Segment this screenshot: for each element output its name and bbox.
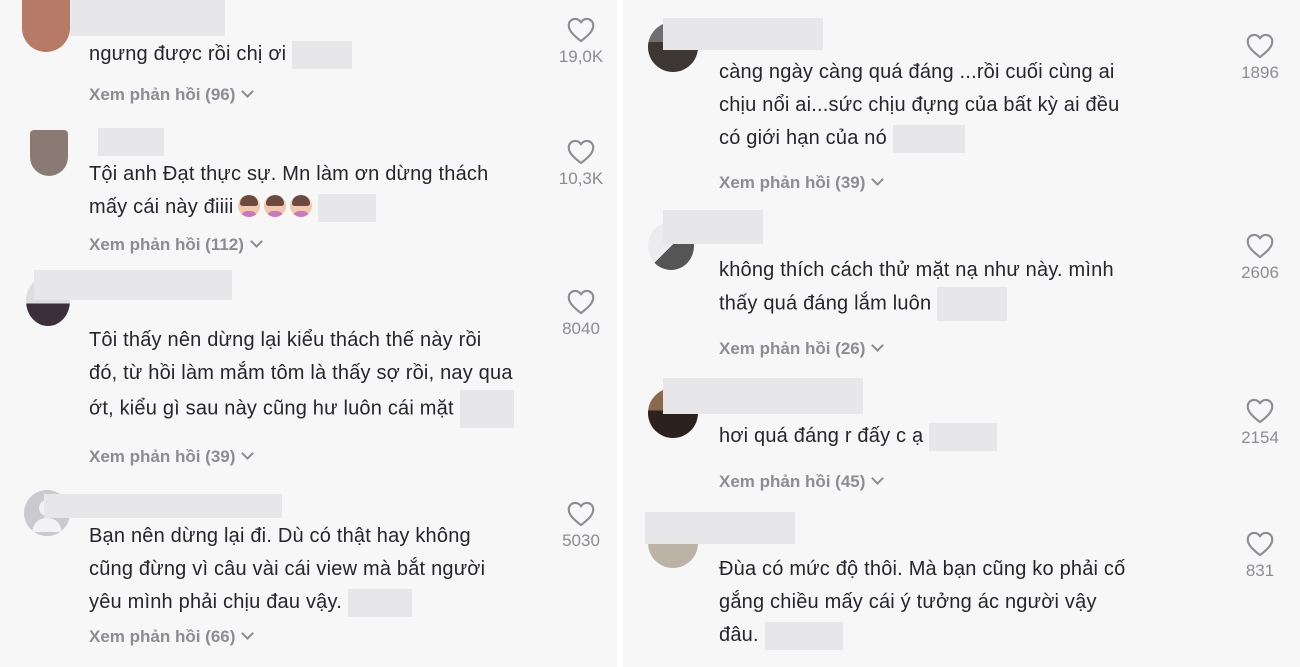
chevron-down-icon — [241, 447, 255, 460]
heart-outline-icon — [1246, 531, 1274, 557]
view-replies-button[interactable]: Xem phản hồi (112) — [89, 235, 263, 255]
comments-panel-right: càng ngày càng quá đáng ...rồi cuối cùng… — [623, 0, 1300, 667]
heart-outline-icon — [1246, 233, 1274, 259]
chevron-down-icon — [250, 235, 263, 248]
comment-text: không thích cách thử mặt nạ như này. mìn… — [719, 254, 1114, 321]
like-count: 2154 — [1241, 428, 1279, 447]
view-replies-button[interactable]: Xem phản hồi (39) — [89, 447, 255, 467]
comment-text: hơi quá đáng r đấy c ạ — [719, 420, 998, 453]
like-count: 1896 — [1241, 63, 1279, 82]
heart-outline-icon — [567, 289, 595, 315]
like-count: 5030 — [562, 531, 600, 550]
comment-text: ngưng được rồi chị ơi — [89, 38, 353, 71]
username-redacted — [70, 0, 225, 36]
view-replies-button[interactable]: Xem phản hồi (39) — [719, 173, 885, 193]
username-redacted — [663, 378, 863, 414]
like-button[interactable]: 1896 — [1225, 33, 1295, 83]
avatar[interactable] — [22, 0, 70, 52]
comments-panel-left: ngưng được rồi chị ơi Xem phản hồi (96) … — [0, 0, 617, 667]
comment-text: Đùa có mức độ thôi. Mà bạn cũng ko phải … — [719, 553, 1125, 652]
view-replies-button[interactable]: Xem phản hồi (45) — [719, 472, 885, 492]
avatar[interactable] — [30, 130, 68, 176]
like-button[interactable]: 2606 — [1225, 233, 1295, 283]
view-replies-button[interactable]: Xem phản hồi (96) — [89, 85, 255, 105]
username-redacted — [663, 210, 763, 244]
username-redacted — [44, 494, 282, 518]
chevron-down-icon — [241, 85, 255, 98]
like-button[interactable]: 10,3K — [546, 139, 616, 189]
emoji-icon — [237, 195, 260, 217]
heart-outline-icon — [567, 501, 595, 527]
heart-outline-icon — [567, 139, 595, 165]
username-redacted — [645, 512, 795, 544]
comment-text: Bạn nên dừng lại đi. Dù có thật hay khôn… — [89, 520, 485, 619]
like-count: 10,3K — [558, 169, 604, 188]
like-count: 831 — [1245, 561, 1275, 580]
like-button[interactable]: 8040 — [546, 289, 616, 339]
emoji-icon — [289, 195, 312, 217]
username-redacted — [663, 18, 823, 50]
comment-text: càng ngày càng quá đáng ...rồi cuối cùng… — [719, 56, 1119, 155]
like-button[interactable]: 19,0K — [546, 17, 616, 67]
view-replies-button[interactable]: Xem phản hồi (66) — [89, 627, 255, 647]
like-button[interactable]: 831 — [1225, 531, 1295, 581]
like-button[interactable]: 2154 — [1225, 398, 1295, 448]
username-redacted — [98, 128, 164, 156]
like-button[interactable]: 5030 — [546, 501, 616, 551]
heart-outline-icon — [567, 17, 595, 43]
comment-text: Tội anh Đạt thực sự. Mn làm ơn dừng thác… — [89, 158, 488, 224]
username-redacted — [34, 270, 232, 300]
chevron-down-icon — [871, 173, 885, 186]
chevron-down-icon — [241, 627, 255, 640]
like-count: 19,0K — [558, 47, 604, 66]
comment-text: Tôi thấy nên dừng lại kiểu thách thế này… — [89, 324, 514, 428]
heart-outline-icon — [1246, 398, 1274, 424]
emoji-icon — [263, 195, 286, 217]
heart-outline-icon — [1246, 33, 1274, 59]
chevron-down-icon — [871, 472, 885, 485]
chevron-down-icon — [871, 339, 885, 352]
like-count: 2606 — [1241, 263, 1279, 282]
view-replies-button[interactable]: Xem phản hồi (26) — [719, 339, 885, 359]
like-count: 8040 — [562, 319, 600, 338]
